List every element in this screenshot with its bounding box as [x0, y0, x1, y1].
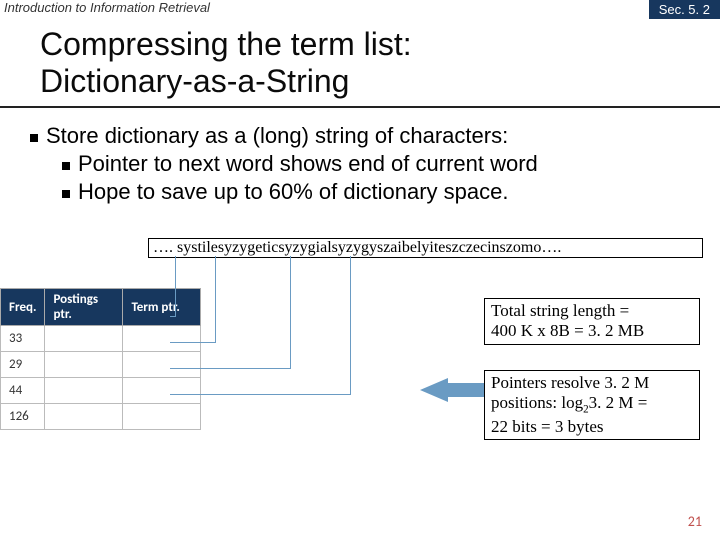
- cell-empty: [123, 352, 201, 378]
- bullet-2a-text: Pointer to next word shows end of curren…: [78, 150, 538, 178]
- cell-empty: [45, 326, 123, 352]
- cell-empty: [123, 404, 201, 430]
- col-freq: Freq.: [1, 289, 45, 326]
- box2-line1: Pointers resolve 3. 2 M: [491, 373, 649, 392]
- table-row: 29: [1, 352, 201, 378]
- bullet-level-1: Store dictionary as a (long) string of c…: [30, 122, 702, 150]
- top-bar: Introduction to Information Retrieval Se…: [0, 0, 720, 20]
- bullet-square-icon: [30, 134, 38, 142]
- pointer-line: [170, 316, 176, 317]
- course-label: Introduction to Information Retrieval: [0, 0, 210, 15]
- pointer-line: [170, 342, 216, 343]
- pointer-size-box: Pointers resolve 3. 2 M positions: log23…: [484, 370, 700, 440]
- table-row: 33: [1, 326, 201, 352]
- box1-line1: Total string length =: [491, 301, 629, 320]
- dictionary-string-box: …. systilesyzygeticsyzygialsyzygyszaibel…: [148, 238, 703, 258]
- cell-freq: 44: [1, 378, 45, 404]
- col-postings: Postings ptr.: [45, 289, 123, 326]
- pointer-line: [215, 256, 216, 342]
- bullet-level-2: Pointer to next word shows end of curren…: [62, 150, 702, 178]
- total-length-box: Total string length = 400 K x 8B = 3. 2 …: [484, 298, 700, 345]
- box2-line2b: 3. 2 M =: [589, 393, 648, 412]
- title-line-2: Dictionary-as-a-String: [40, 63, 349, 99]
- freq-table: Freq. Postings ptr. Term ptr. 33 29 44 1…: [0, 288, 201, 430]
- bullet-list: Store dictionary as a (long) string of c…: [0, 122, 720, 206]
- pointer-line: [170, 394, 351, 395]
- slide-title: Compressing the term list: Dictionary-as…: [0, 20, 720, 108]
- box2-line3: 22 bits = 3 bytes: [491, 417, 604, 436]
- pointer-line: [175, 256, 176, 316]
- cell-empty: [45, 404, 123, 430]
- block-arrow-icon: [420, 378, 448, 402]
- bullet-1-text: Store dictionary as a (long) string of c…: [46, 122, 508, 150]
- bullet-2b-text: Hope to save up to 60% of dictionary spa…: [78, 178, 508, 206]
- bullet-level-2: Hope to save up to 60% of dictionary spa…: [62, 178, 702, 206]
- title-line-1: Compressing the term list:: [40, 26, 412, 62]
- cell-empty: [123, 378, 201, 404]
- block-arrow-body: [448, 383, 484, 397]
- pointer-line: [290, 256, 291, 368]
- box1-line2: 400 K x 8B = 3. 2 MB: [491, 321, 644, 340]
- cell-freq: 33: [1, 326, 45, 352]
- box2-line2a: positions: log: [491, 393, 583, 412]
- col-term: Term ptr.: [123, 289, 201, 326]
- cell-freq: 29: [1, 352, 45, 378]
- slide-number: 21: [688, 513, 702, 530]
- cell-empty: [45, 378, 123, 404]
- cell-empty: [45, 352, 123, 378]
- cell-freq: 126: [1, 404, 45, 430]
- table-row: 44: [1, 378, 201, 404]
- pointer-line: [170, 368, 291, 369]
- section-label: Sec. 5. 2: [649, 0, 720, 19]
- bullet-square-icon: [62, 162, 70, 170]
- bullet-square-icon: [62, 190, 70, 198]
- table-header-row: Freq. Postings ptr. Term ptr.: [1, 289, 201, 326]
- table-row: 126: [1, 404, 201, 430]
- pointer-line: [350, 256, 351, 394]
- cell-empty: [123, 326, 201, 352]
